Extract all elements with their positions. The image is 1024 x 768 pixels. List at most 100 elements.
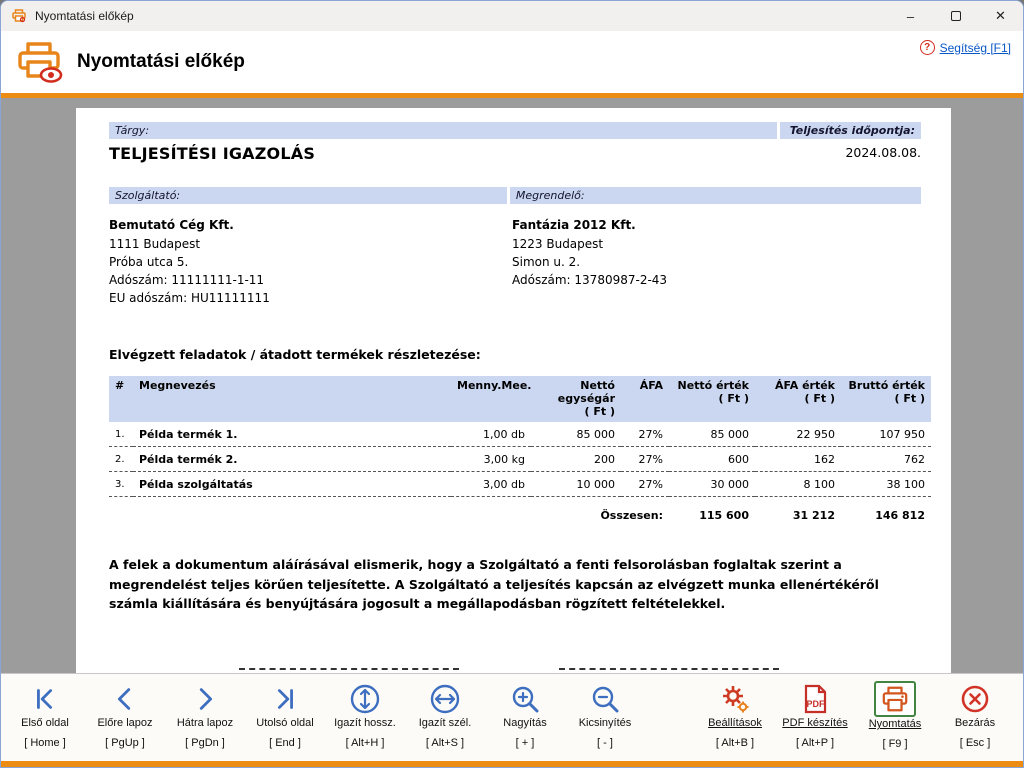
row-unit-price: 85 000 xyxy=(531,422,621,447)
preview-area[interactable]: Tárgy: Teljesítés időpontja: TELJESÍTÉSI… xyxy=(1,98,1023,673)
row-vat-value: 22 950 xyxy=(755,422,841,447)
row-num: 3. xyxy=(109,472,133,497)
next-page-icon xyxy=(190,681,220,716)
last-page-button[interactable]: Utolsó oldal [ End ] xyxy=(245,681,325,749)
row-num: 2. xyxy=(109,447,133,472)
row-net: 30 000 xyxy=(669,472,755,497)
bottom-toolbar: Első oldal [ Home ] Előre lapoz [ PgUp ]… xyxy=(1,673,1023,761)
zoom-in-icon xyxy=(509,681,541,716)
row-name: Példa termék 2. xyxy=(133,447,451,472)
button-label: Kicsinyítés xyxy=(579,717,632,729)
first-page-icon xyxy=(30,681,60,716)
row-name: Példa termék 1. xyxy=(133,422,451,447)
row-num: 1. xyxy=(109,422,133,447)
row-gross: 107 950 xyxy=(841,422,931,447)
totals-label: Összesen: xyxy=(109,497,669,528)
subject-label: Tárgy: xyxy=(109,122,777,139)
maximize-button[interactable] xyxy=(933,1,978,31)
window-controls: – ✕ xyxy=(888,1,1023,31)
button-shortcut: [ - ] xyxy=(597,737,613,749)
first-page-button[interactable]: Első oldal [ Home ] xyxy=(5,681,85,749)
disclaimer-text: A felek a dokumentum aláírásával elismer… xyxy=(109,555,921,614)
row-unit-price: 200 xyxy=(531,447,621,472)
button-shortcut: [ PgUp ] xyxy=(105,737,145,749)
button-label: Bezárás xyxy=(955,717,995,729)
provider-label: Szolgáltató: xyxy=(109,187,507,204)
col-header-name: Megnevezés xyxy=(133,376,451,422)
button-shortcut: [ PgDn ] xyxy=(185,737,225,749)
row-vat-value: 162 xyxy=(755,447,841,472)
button-shortcut: [ F9 ] xyxy=(882,738,907,750)
zoom-out-icon xyxy=(589,681,621,716)
fit-width-icon xyxy=(429,681,461,716)
col-header-unit: Nettó egységár ( Ft ) xyxy=(531,376,621,422)
fit-width-button[interactable]: Igazít szél. [ Alt+S ] xyxy=(405,681,485,749)
total-vat: 31 212 xyxy=(755,497,841,528)
bottom-accent-strip xyxy=(1,761,1023,767)
customer-block: Fantázia 2012 Kft. 1223 Budapest Simon u… xyxy=(512,218,921,307)
row-qty: 3,00 kg xyxy=(451,447,531,472)
pdf-document-icon: PDF xyxy=(800,681,830,716)
titlebar-left: Nyomtatási előkép xyxy=(11,8,134,24)
prev-page-button[interactable]: Előre lapoz [ PgUp ] xyxy=(85,681,165,749)
details-heading: Elvégzett feladatok / átadott termékek r… xyxy=(109,347,921,362)
customer-line: Adószám: 13780987-2-43 xyxy=(512,271,921,289)
fit-height-icon xyxy=(349,681,381,716)
printer-icon xyxy=(880,684,910,714)
button-label: PDF készítés xyxy=(782,717,847,729)
table-row: 2. Példa termék 2. 3,00 kg 200 27% 600 1… xyxy=(109,447,931,472)
close-button[interactable]: ✕ xyxy=(978,1,1023,31)
total-gross: 146 812 xyxy=(841,497,931,528)
settings-button[interactable]: Beállítások [ Alt+B ] xyxy=(695,681,775,749)
fit-height-button[interactable]: Igazít hossz. [ Alt+H ] xyxy=(325,681,405,749)
prev-page-icon xyxy=(110,681,140,716)
col-header-vat: ÁFA xyxy=(621,376,669,422)
col-header-vatv: ÁFA érték ( Ft ) xyxy=(755,376,841,422)
print-preview-window: Nyomtatási előkép – ✕ Nyomtatási előkép … xyxy=(0,0,1024,768)
provider-block: Bemutató Cég Kft. 1111 Budapest Próba ut… xyxy=(109,218,512,307)
header: Nyomtatási előkép ? Segítség [F1] xyxy=(1,31,1023,93)
row-qty: 3,00 db xyxy=(451,472,531,497)
col-header-net: Nettó érték ( Ft ) xyxy=(669,376,755,422)
total-net: 115 600 xyxy=(669,497,755,528)
row-vat-value: 8 100 xyxy=(755,472,841,497)
zoom-in-button[interactable]: Nagyítás [ + ] xyxy=(485,681,565,749)
button-label: Első oldal xyxy=(21,717,69,729)
party-bars: Szolgáltató: Megrendelő: xyxy=(109,187,921,204)
button-shortcut: [ Alt+B ] xyxy=(716,737,754,749)
table-row: 1. Példa termék 1. 1,00 db 85 000 27% 85… xyxy=(109,422,931,447)
pdf-export-button[interactable]: PDF PDF készítés [ Alt+P ] xyxy=(775,681,855,749)
row-vat: 27% xyxy=(621,422,669,447)
items-table: # Megnevezés Menny.Mee. Nettó egységár (… xyxy=(109,376,931,527)
next-page-button[interactable]: Hátra lapoz [ PgDn ] xyxy=(165,681,245,749)
minimize-button[interactable]: – xyxy=(888,1,933,31)
titlebar: Nyomtatási előkép – ✕ xyxy=(1,1,1023,31)
close-preview-button[interactable]: Bezárás [ Esc ] xyxy=(935,681,1015,749)
button-label: Beállítások xyxy=(708,717,762,729)
customer-line: Simon u. 2. xyxy=(512,253,921,271)
completion-date: 2024.08.08. xyxy=(845,145,921,160)
print-preview-icon xyxy=(15,41,63,83)
document-page: Tárgy: Teljesítés időpontja: TELJESÍTÉSI… xyxy=(76,108,951,673)
table-header-row: # Megnevezés Menny.Mee. Nettó egységár (… xyxy=(109,376,931,422)
close-circle-icon xyxy=(959,681,991,716)
row-vat: 27% xyxy=(621,447,669,472)
provider-signature: Szolgáltató xyxy=(239,668,459,674)
zoom-out-button[interactable]: Kicsinyítés [ - ] xyxy=(565,681,645,749)
row-name: Példa szolgáltatás xyxy=(133,472,451,497)
help-link[interactable]: ? Segítség [F1] xyxy=(920,40,1011,55)
button-label: Nyomtatás xyxy=(869,718,922,730)
customer-line: 1223 Budapest xyxy=(512,235,921,253)
button-shortcut: [ Alt+P ] xyxy=(796,737,834,749)
signature-line xyxy=(239,668,459,670)
provider-line: 1111 Budapest xyxy=(109,235,512,253)
document-title: TELJESÍTÉSI IGAZOLÁS xyxy=(109,144,315,163)
button-shortcut: [ Esc ] xyxy=(960,737,991,749)
party-columns: Bemutató Cég Kft. 1111 Budapest Próba ut… xyxy=(109,218,921,307)
maximize-icon xyxy=(951,11,961,21)
button-label: Előre lapoz xyxy=(97,717,152,729)
button-label: Nagyítás xyxy=(503,717,546,729)
button-label: Igazít hossz. xyxy=(334,717,396,729)
customer-label: Megrendelő: xyxy=(510,187,921,204)
print-button[interactable]: Nyomtatás [ F9 ] xyxy=(855,681,935,750)
